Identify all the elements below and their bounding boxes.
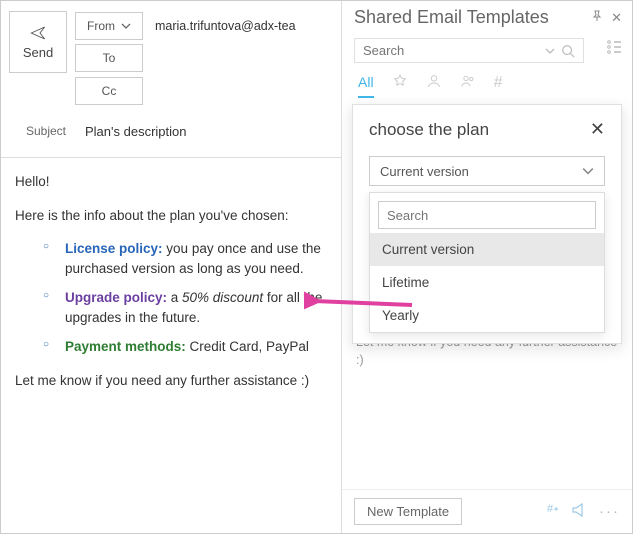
list-item: License policy: you pay once and use the… [49,239,327,278]
star-icon [392,73,408,89]
tab-team[interactable] [460,73,476,98]
to-field[interactable] [151,45,333,71]
chevron-down-icon [582,165,594,177]
body-intro: Here is the info about the plan you've c… [15,206,327,226]
tab-favorites[interactable] [392,73,408,98]
list-item: Upgrade policy: a 50% discount for all t… [49,288,327,327]
from-label: From [87,19,115,33]
dropdown-option[interactable]: Lifetime [370,266,604,299]
chevron-down-icon [121,21,131,31]
body-greeting: Hello! [15,172,327,192]
choose-plan-popup: choose the plan ✕ Current version Curren… [352,104,622,344]
dropdown-search [378,201,596,229]
li-title: Upgrade policy: [65,290,167,305]
footer-hash-icon[interactable]: #ᐩ [547,503,559,521]
cc-field[interactable] [151,78,333,104]
from-button[interactable]: From [75,12,143,40]
list-settings-icon[interactable] [606,40,622,57]
body-outro: Let me know if you need any further assi… [15,371,327,391]
send-icon [28,25,48,41]
cc-button[interactable]: Cc [75,77,143,105]
templates-panel: Shared Email Templates ✕ All # ch [342,1,632,533]
close-panel-icon[interactable]: ✕ [611,10,622,26]
popup-title: choose the plan [369,120,489,140]
filter-tabs: All # [342,67,632,98]
li-text: Credit Card, PayPal [186,339,309,354]
li-pre: a [167,290,182,305]
popup-close-icon[interactable]: ✕ [590,119,605,140]
to-button[interactable]: To [75,44,143,72]
tab-tags[interactable]: # [494,74,503,98]
li-title: Payment methods: [65,339,186,354]
to-label: To [103,51,116,65]
list-item: Payment methods: Credit Card, PayPal [49,337,327,357]
pin-icon[interactable] [591,10,603,26]
compose-pane: Send From To [1,1,342,533]
dropdown-option[interactable]: Yearly [370,299,604,332]
panel-search-input[interactable] [363,43,539,58]
subject-label: Subject [17,124,75,138]
dropdown-search-input[interactable] [379,202,595,228]
li-title: License policy: [65,241,163,256]
panel-title: Shared Email Templates [354,7,549,28]
plan-select[interactable]: Current version [369,156,605,186]
more-icon[interactable]: ··· [599,503,620,520]
chevron-down-icon[interactable] [545,46,555,56]
send-label: Send [23,45,53,60]
hash-icon: # [494,74,503,91]
subject-field[interactable] [85,119,333,143]
dropdown-option[interactable]: Current version [370,233,604,266]
plan-dropdown: Current version Lifetime Yearly [369,192,605,333]
announce-icon[interactable] [571,503,587,521]
tab-personal[interactable] [426,73,442,98]
person-icon [426,73,442,89]
cc-label: Cc [102,84,117,98]
from-field[interactable] [151,13,333,39]
send-button[interactable]: Send [9,11,67,73]
search-icon[interactable] [561,44,575,58]
li-em: 50% discount [182,290,263,305]
new-template-button[interactable]: New Template [354,498,462,525]
people-icon [460,73,476,89]
email-body[interactable]: Hello! Here is the info about the plan y… [1,158,341,533]
plan-select-value: Current version [380,164,469,179]
body-list: License policy: you pay once and use the… [15,239,327,357]
tab-all[interactable]: All [358,74,374,98]
